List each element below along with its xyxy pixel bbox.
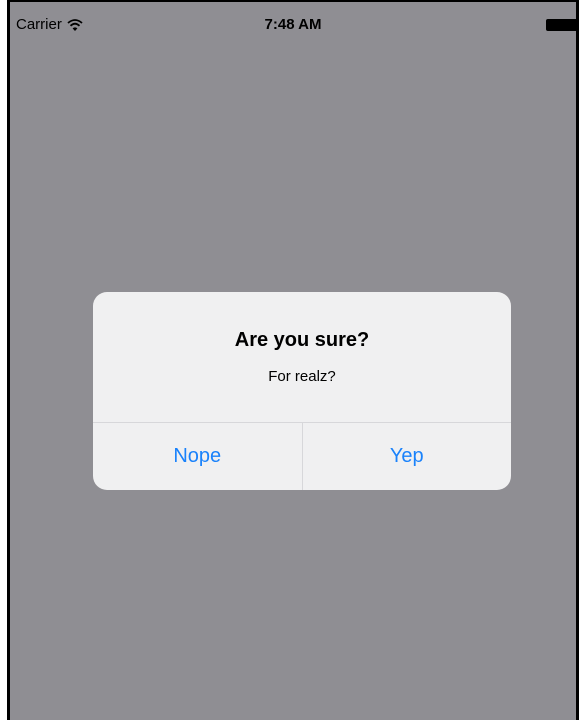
alert-message: For realz? <box>268 368 336 385</box>
yep-button[interactable]: Yep <box>303 423 512 490</box>
battery-icon <box>546 19 576 31</box>
nope-button[interactable]: Nope <box>93 423 302 490</box>
phone-screen: Carrier 7:48 AM Are you sure? For realz?… <box>7 0 579 720</box>
alert-dialog: Are you sure? For realz? Nope Yep <box>93 292 511 490</box>
alert-button-row: Nope Yep <box>93 423 511 490</box>
status-bar: Carrier 7:48 AM <box>10 2 576 40</box>
clock: 7:48 AM <box>264 16 322 33</box>
alert-title: Are you sure? <box>234 329 370 351</box>
